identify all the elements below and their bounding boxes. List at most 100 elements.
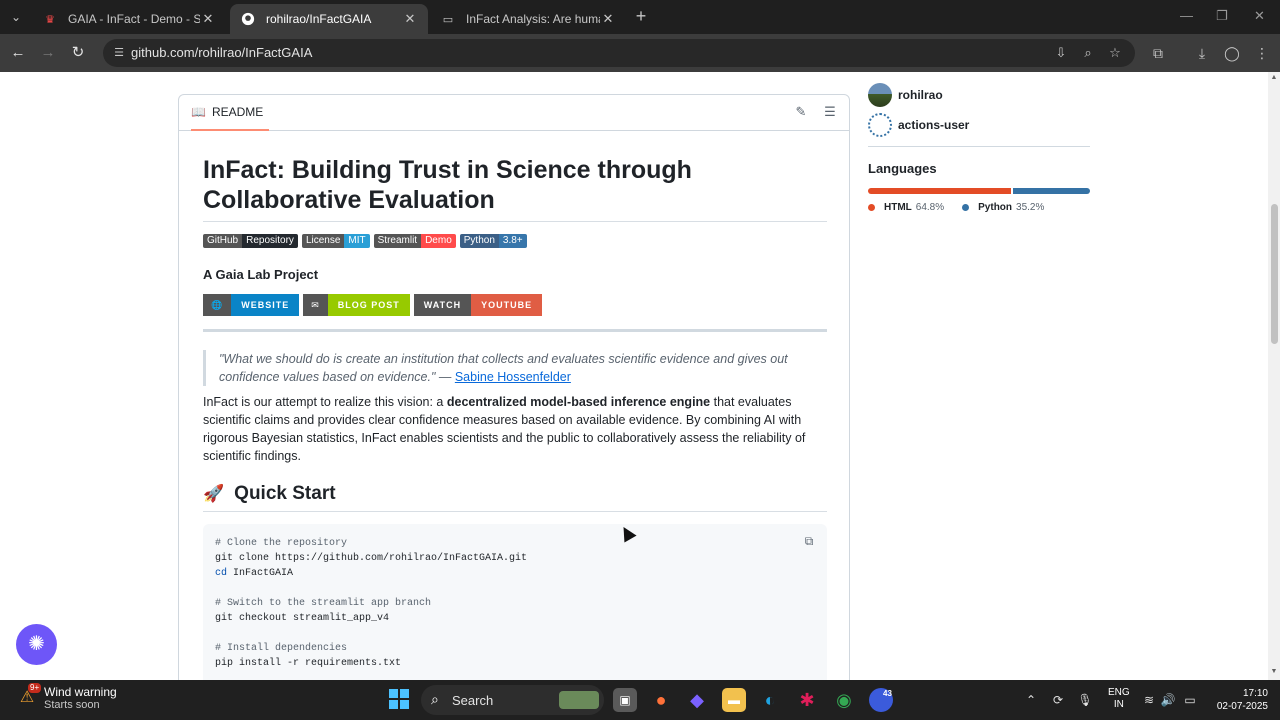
github-page: 📖 README ✎ ☰ InFact: Building Trust in S… xyxy=(0,72,1268,680)
menu-kebab-icon[interactable]: ⋮ xyxy=(1252,43,1272,63)
edge-icon[interactable]: ◐ xyxy=(758,688,782,712)
file-explorer-icon[interactable]: ▬ xyxy=(722,688,746,712)
new-tab-plus-icon[interactable]: + xyxy=(632,6,650,28)
avatar xyxy=(868,113,892,137)
windows-taskbar: ⚠ 9+ Wind warning Starts soon ⌕ Search ▣ … xyxy=(0,680,1280,720)
battery-icon[interactable]: ▭ xyxy=(1181,691,1199,709)
forward-arrow-icon[interactable]: → xyxy=(38,43,58,63)
close-tab-icon[interactable]: ✕ xyxy=(402,11,418,27)
chrome-icon[interactable]: ◉ xyxy=(832,688,856,712)
quote-author-link[interactable]: Sabine Hossenfelder xyxy=(455,370,571,384)
tab-gaia-streamlit[interactable]: ♛ GAIA - InFact - Demo - Streamlit ✕ xyxy=(32,4,226,34)
repo-sidebar: rohilrao actions-user Languages HTML 64.… xyxy=(868,72,1090,213)
url-text[interactable]: github.com/rohilrao/InFactGAIA xyxy=(131,45,312,60)
close-tab-icon[interactable]: ✕ xyxy=(200,11,216,27)
badge-value: YOUTUBE xyxy=(471,294,543,316)
badge-label: Python xyxy=(459,234,499,248)
volume-icon[interactable]: 🔊 xyxy=(1159,691,1177,709)
language-python[interactable]: Python 35.2% xyxy=(962,202,1044,213)
language-html[interactable]: HTML 64.8% xyxy=(868,202,944,213)
badge-value: Demo xyxy=(421,234,456,248)
scroll-down-arrow-icon[interactable]: ▼ xyxy=(1270,668,1278,675)
contributor-rohilrao[interactable]: rohilrao xyxy=(868,82,1090,108)
language-list: HTML 64.8% Python 35.2% xyxy=(868,202,1090,213)
bookmark-star-icon[interactable]: ☆ xyxy=(1107,45,1123,61)
search-highlight-image xyxy=(559,691,599,709)
address-bar[interactable]: ☰ github.com/rohilrao/InFactGAIA ⇩ ⌕ ☆ xyxy=(103,39,1135,67)
start-tile xyxy=(389,689,398,698)
badge-github-repository[interactable]: GitHub Repository xyxy=(203,234,298,248)
back-arrow-icon[interactable]: ← xyxy=(8,43,28,63)
weather-widget[interactable]: ⚠ 9+ Wind warning Starts soon xyxy=(16,683,117,711)
close-tab-icon[interactable]: ✕ xyxy=(600,11,616,27)
input-language[interactable]: ENG IN xyxy=(1108,687,1130,711)
browser-tab-bar: ⌄ ♛ GAIA - InFact - Demo - Streamlit ✕ r… xyxy=(0,0,1280,34)
page-scrollbar[interactable]: ▲ ▼ xyxy=(1268,72,1280,680)
taskbar-search[interactable]: ⌕ Search xyxy=(421,685,604,715)
start-button[interactable] xyxy=(389,689,409,709)
tab-github-repo[interactable]: rohilrao/InFactGAIA ✕ xyxy=(230,4,428,34)
reload-icon[interactable]: ↻ xyxy=(68,43,88,63)
contributor-actions-user[interactable]: actions-user xyxy=(868,112,1090,138)
code-text: InFactGAIA xyxy=(227,568,294,579)
date-text: 02-07-2025 xyxy=(1216,701,1268,712)
contributor-name: actions-user xyxy=(898,118,970,132)
tab-infact-analysis[interactable]: ▭ InFact Analysis: Are human-gen ✕ xyxy=(430,4,626,34)
slack-icon[interactable]: ✱ xyxy=(795,688,819,712)
language-percent: 35.2% xyxy=(1016,202,1045,213)
start-tile xyxy=(400,700,409,709)
divider xyxy=(203,329,827,332)
link-badges: 🌐 WEBSITE ✉ BLOG POST WATCH YOUTUBE xyxy=(203,294,827,316)
badge-python-version[interactable]: Python 3.8+ xyxy=(459,234,527,248)
badge-label: WEBSITE xyxy=(231,294,300,316)
language-code: ENG xyxy=(1108,687,1130,698)
language-bar-python xyxy=(1012,188,1090,194)
badge-license-mit[interactable]: License MIT xyxy=(301,234,370,248)
restore-icon[interactable]: ❐ xyxy=(1216,8,1228,24)
youtube-badge[interactable]: WATCH YOUTUBE xyxy=(413,294,543,316)
language-dot xyxy=(868,204,875,211)
intro-paragraph: InFact is our attempt to realize this vi… xyxy=(203,393,827,465)
task-view-icon[interactable]: ▣ xyxy=(613,688,637,712)
search-label: Search xyxy=(452,693,494,708)
firefox-icon[interactable]: ● xyxy=(649,688,673,712)
website-badge[interactable]: 🌐 WEBSITE xyxy=(203,294,300,316)
para-start: InFact is our attempt to realize this vi… xyxy=(203,395,447,409)
microphone-icon[interactable]: 🎙 xyxy=(1076,691,1094,709)
language-name: Python xyxy=(978,202,1013,213)
edit-pencil-icon[interactable]: ✎ xyxy=(793,104,809,120)
sync-icon[interactable]: ⟳ xyxy=(1049,691,1067,709)
copy-icon[interactable]: ⧉ xyxy=(801,534,817,550)
language-bar-html xyxy=(868,188,1011,194)
profile-icon[interactable]: ◯ xyxy=(1222,43,1242,63)
code-line: cd InFactGAIA xyxy=(215,566,815,581)
assistant-launcher-icon[interactable]: ✺ xyxy=(16,624,57,665)
downloads-icon[interactable]: ⤓ xyxy=(1192,43,1212,63)
copilot-icon[interactable]: ◆ xyxy=(685,688,709,712)
site-info-icon[interactable]: ☰ xyxy=(111,45,127,61)
scrollbar-thumb[interactable] xyxy=(1271,204,1278,344)
quick-start-heading: 🚀 Quick Start xyxy=(203,483,827,512)
languages-heading: Languages xyxy=(868,161,937,176)
install-app-icon[interactable]: ⇩ xyxy=(1053,45,1069,61)
zoom-icon[interactable]: ⌕ xyxy=(1080,45,1096,61)
badge-streamlit-demo[interactable]: Streamlit Demo xyxy=(373,234,456,248)
badge-label: Streamlit xyxy=(373,234,422,248)
scroll-up-arrow-icon[interactable]: ▲ xyxy=(1270,74,1278,81)
blog-post-badge[interactable]: ✉ BLOG POST xyxy=(303,294,410,316)
system-clock[interactable]: 17:10 02-07-2025 xyxy=(1212,687,1268,713)
minimize-icon[interactable]: — xyxy=(1180,8,1193,23)
avatar xyxy=(868,83,892,107)
code-block[interactable]: ⧉ # Clone the repository git clone https… xyxy=(203,524,827,680)
messaging-app-icon[interactable]: 43 xyxy=(869,688,893,712)
streamlit-crown-icon: ♛ xyxy=(45,13,55,26)
close-window-icon[interactable]: ✕ xyxy=(1254,8,1265,24)
outline-list-icon[interactable]: ☰ xyxy=(822,104,838,120)
extensions-icon[interactable]: ⧉ xyxy=(1148,43,1168,63)
tab-title: InFact Analysis: Are human-gen xyxy=(466,12,600,26)
readme-tab[interactable]: 📖 README xyxy=(191,95,270,131)
badge-value: Repository xyxy=(242,234,298,248)
wifi-icon[interactable]: ≋ xyxy=(1140,691,1158,709)
tab-search-chevron-icon[interactable]: ⌄ xyxy=(6,7,26,27)
show-hidden-icons-chevron-icon[interactable]: ⌃ xyxy=(1022,691,1040,709)
